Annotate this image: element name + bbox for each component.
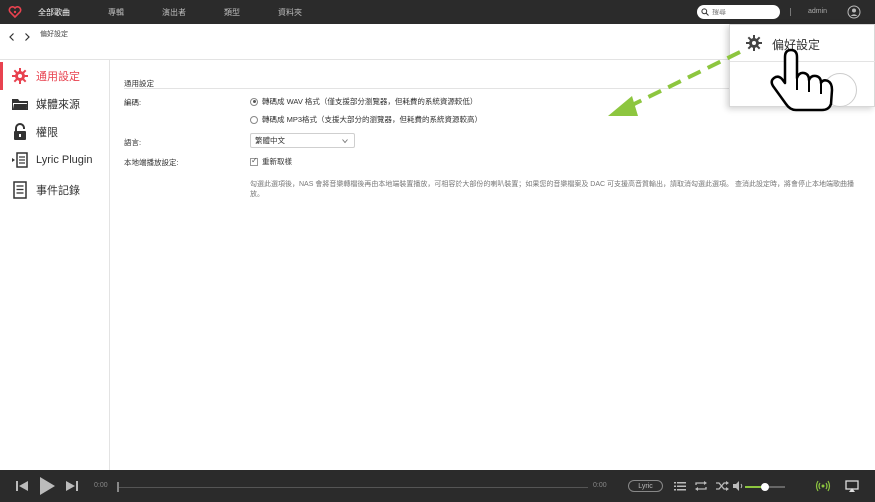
volume-icon[interactable] — [730, 478, 746, 494]
preferences-popup: 偏好設定 — [729, 24, 875, 107]
sidebar-item-permission[interactable]: 權限 — [0, 118, 109, 146]
next-track-icon[interactable] — [64, 478, 80, 494]
chevron-down-icon — [342, 139, 348, 144]
breadcrumb: 偏好設定 — [40, 31, 68, 38]
search-input[interactable] — [712, 8, 778, 16]
back-arrow-icon[interactable] — [7, 29, 17, 41]
transcode-label: 編碼: — [124, 98, 142, 107]
search-icon — [701, 8, 709, 16]
topbar-divider — [790, 8, 791, 16]
current-time: 0:00 — [94, 482, 108, 489]
sidebar-item-label: Lyric Plugin — [36, 154, 93, 166]
shuffle-icon[interactable] — [714, 478, 730, 494]
sidebar-item-media-source[interactable]: 媒體來源 — [0, 90, 109, 118]
radio-wav-dot[interactable] — [250, 97, 258, 106]
playlist-icon[interactable] — [672, 478, 688, 494]
radio-mp3[interactable]: 轉碼成 MP3格式（支援大部分的瀏覽器，但耗費的系統資源較高） — [250, 114, 482, 125]
play-icon[interactable] — [37, 476, 57, 496]
top-bar: 全部歌曲 專輯 演出者 類型 資料夾 admin — [0, 0, 875, 24]
popup-divider — [730, 61, 875, 62]
language-select[interactable]: 繁體中文 — [250, 133, 355, 148]
volume-handle[interactable] — [761, 483, 769, 491]
settings-content: 通用設定 編碼: 轉碼成 WAV 格式（僅支援部分瀏覽器，但耗費的系統資源較低）… — [110, 60, 875, 470]
sidebar-item-event-log[interactable]: 事件記錄 — [0, 176, 109, 204]
total-time: 0:00 — [593, 482, 607, 489]
repeat-icon[interactable] — [693, 478, 709, 494]
preferences-menu-item[interactable]: 偏好設定 — [772, 36, 820, 53]
playback-note: 勾選此選項後，NAS 會將音樂轉檔後再由本地端裝置播放，可相容於大部份的喇叭裝置… — [250, 181, 854, 198]
radio-wav-label: 轉碼成 WAV 格式（僅支援部分瀏覽器，但耗費的系統資源較低） — [262, 97, 478, 106]
streaming-icon[interactable] — [815, 478, 831, 494]
radio-mp3-label: 轉碼成 MP3格式（支援大部分的瀏覽器，但耗費的系統資源較高） — [262, 115, 483, 124]
sidebar-item-label: 權限 — [36, 127, 58, 139]
progress-handle[interactable] — [117, 482, 119, 492]
user-name[interactable]: admin — [808, 8, 827, 15]
language-value: 繁體中文 — [255, 136, 285, 145]
gear-icon — [11, 67, 29, 85]
sidebar-item-general[interactable]: 通用設定 — [0, 62, 109, 90]
gear-icon — [745, 34, 763, 52]
nav-folders[interactable]: 資料夾 — [278, 7, 302, 18]
player-bar: 0:00 0:00 Lyric — [0, 470, 875, 502]
language-label: 語言: — [124, 138, 142, 147]
lyric-icon — [11, 151, 29, 169]
log-icon — [11, 181, 29, 199]
user-avatar-icon[interactable] — [847, 5, 861, 19]
previous-track-icon[interactable] — [14, 478, 30, 494]
lock-icon — [11, 123, 29, 141]
resample-label: 重新取樣 — [262, 157, 292, 166]
forward-arrow-icon[interactable] — [22, 29, 32, 41]
nav-genres[interactable]: 類型 — [224, 7, 240, 18]
nav-albums[interactable]: 專輯 — [108, 7, 124, 18]
sidebar-item-label: 媒體來源 — [36, 99, 80, 111]
local-playback-label: 本地端播放設定: — [124, 158, 179, 167]
resample-checkbox-box[interactable] — [250, 156, 258, 166]
lyric-button[interactable]: Lyric — [628, 480, 663, 492]
popup-circle — [823, 73, 857, 107]
sidebar-item-label: 通用設定 — [36, 71, 80, 83]
main-nav: 全部歌曲 專輯 演出者 類型 資料夾 — [38, 0, 340, 24]
search-box — [697, 5, 780, 19]
progress-bar[interactable] — [118, 487, 588, 488]
airplay-icon[interactable] — [844, 478, 860, 494]
nav-artists[interactable]: 演出者 — [162, 7, 186, 18]
radio-mp3-dot[interactable] — [250, 115, 258, 124]
radio-wav[interactable]: 轉碼成 WAV 格式（僅支援部分瀏覽器，但耗費的系統資源較低） — [250, 96, 477, 107]
sidebar-item-lyric-plugin[interactable]: Lyric Plugin — [0, 146, 109, 174]
nav-all-songs[interactable]: 全部歌曲 — [38, 7, 70, 18]
resample-checkbox[interactable]: 重新取樣 — [250, 156, 292, 167]
sidebar-item-label: 事件記錄 — [36, 185, 80, 197]
folder-icon — [11, 95, 29, 113]
app-logo-icon[interactable] — [6, 3, 24, 21]
sidebar: 通用設定 媒體來源 權限 Lyric Plugin 事件記錄 — [0, 60, 110, 470]
